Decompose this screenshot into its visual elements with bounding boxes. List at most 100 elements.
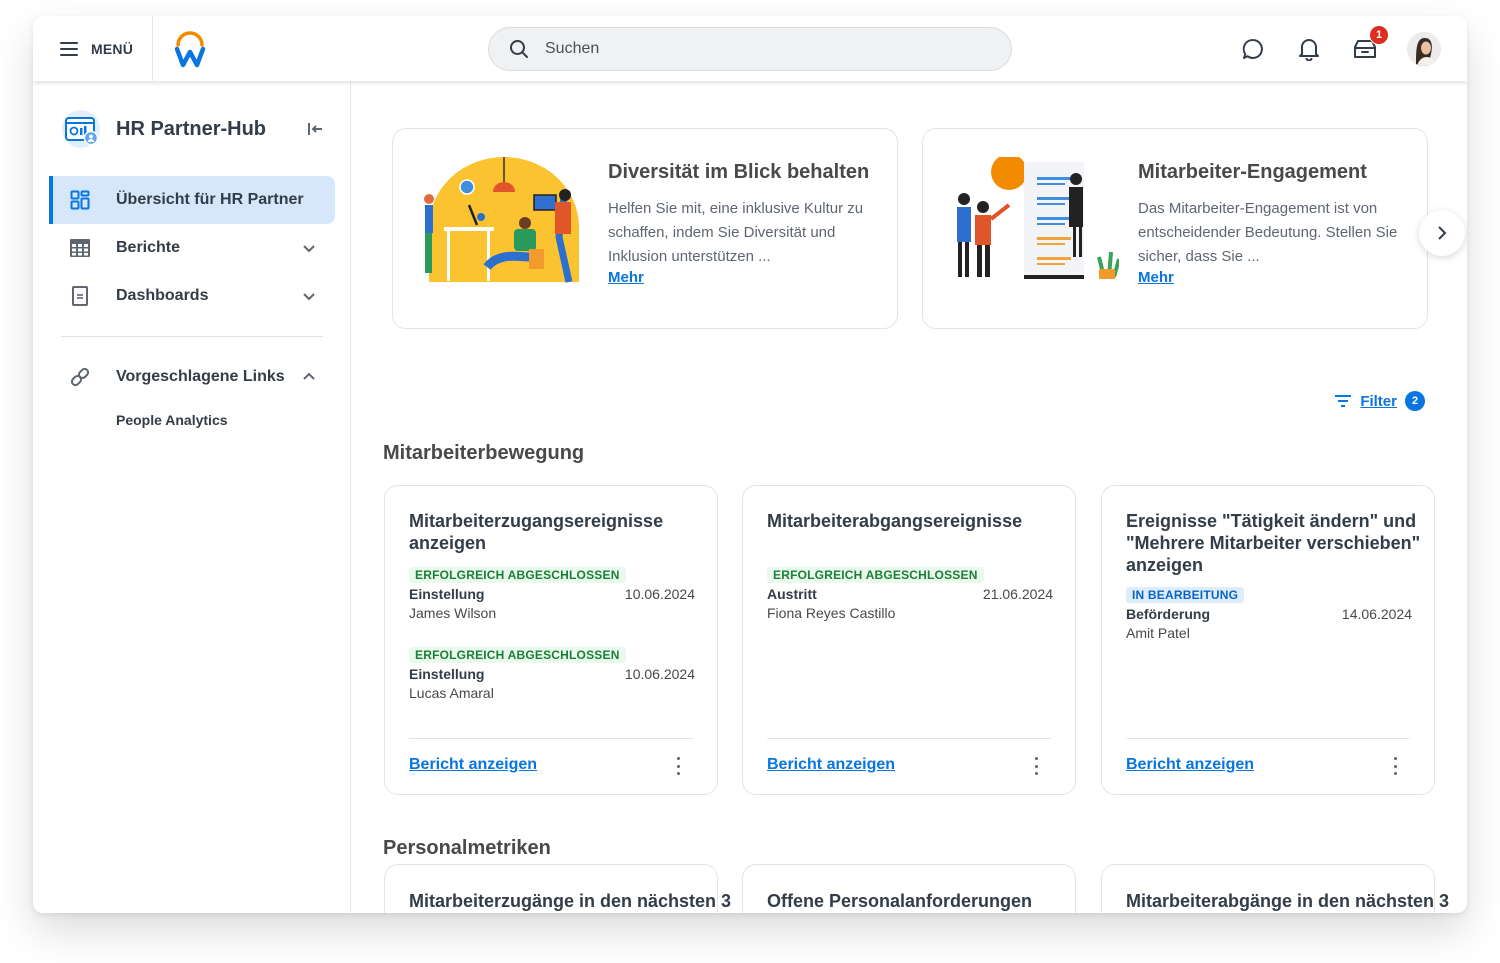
sidebar-item-label: Berichte xyxy=(116,239,181,256)
event-person: Fiona Reyes Castillo xyxy=(767,605,896,621)
event-item[interactable]: ERFOLGREICH ABGESCHLOSSEN Einstellung 10… xyxy=(409,566,695,621)
diversity-illustration xyxy=(424,157,579,283)
event-person: James Wilson xyxy=(409,605,497,621)
hero-title: Diversität im Blick behalten xyxy=(608,161,870,183)
search-bar[interactable] xyxy=(488,27,1012,71)
chevron-up-icon[interactable] xyxy=(301,369,317,385)
event-type: Beförderung xyxy=(1126,606,1210,622)
table-icon xyxy=(69,237,91,259)
hero-title: Mitarbeiter-Engagement xyxy=(1138,161,1367,183)
main-content: Diversität im Blick behalten Helfen Sie … xyxy=(351,81,1467,913)
metric-card[interactable]: Mitarbeiterzugänge in den nächsten 3 xyxy=(384,864,731,913)
status-badge: ERFOLGREICH ABGESCHLOSSEN xyxy=(409,647,626,663)
event-type: Einstellung xyxy=(409,666,485,682)
suggested-link-people-analytics[interactable]: People Analytics xyxy=(49,401,335,439)
more-options-icon[interactable] xyxy=(675,757,681,775)
card-title: Ereignisse "Tätigkeit ändern" und "Mehre… xyxy=(1126,511,1421,575)
more-options-icon[interactable] xyxy=(1392,757,1398,775)
event-item[interactable]: IN BEARBEITUNG Beförderung 14.06.2024 Am… xyxy=(1126,586,1412,641)
chevron-right-icon xyxy=(1438,226,1447,240)
inbox-button[interactable]: 1 xyxy=(1353,24,1389,61)
event-type: Einstellung xyxy=(409,586,485,602)
hero-description: Helfen Sie mit, eine inklusive Kultur zu… xyxy=(608,200,864,265)
chat-button[interactable] xyxy=(1241,37,1265,61)
filter-count-badge: 2 xyxy=(1405,391,1425,411)
sidebar-divider xyxy=(61,336,323,337)
more-options-icon[interactable] xyxy=(1033,757,1039,775)
section-title-movement: Mitarbeiterbewegung xyxy=(383,442,585,464)
event-person: Lucas Amaral xyxy=(409,685,494,701)
filter-button[interactable]: Filter 2 xyxy=(1334,391,1425,411)
top-bar: MENÜ Suchen 1 xyxy=(33,16,1467,81)
hub-title: HR Partner-Hub xyxy=(116,117,267,140)
menu-label: MENÜ xyxy=(91,40,134,57)
chevron-down-icon[interactable] xyxy=(301,288,317,304)
search-icon xyxy=(510,40,528,58)
hero-description: Das Mitarbeiter-Engagement ist von entsc… xyxy=(1138,200,1398,265)
filter-icon xyxy=(1335,395,1352,407)
top-actions: 1 xyxy=(1241,16,1441,81)
app-window: MENÜ Suchen 1 HR Partner-Hub Übersicht f… xyxy=(33,16,1467,913)
status-badge: ERFOLGREICH ABGESCHLOSSEN xyxy=(767,567,984,583)
movement-card-job-changes: Ereignisse "Tätigkeit ändern" und "Mehre… xyxy=(1101,485,1435,795)
movement-card-hires: Mitarbeiterzugangsereignisse anzeigen ER… xyxy=(384,485,718,795)
hero-card-diversity[interactable]: Diversität im Blick behalten Helfen Sie … xyxy=(392,128,898,329)
hero-card-engagement[interactable]: Mitarbeiter-Engagement Das Mitarbeiter-E… xyxy=(922,128,1428,329)
metric-card[interactable]: Mitarbeiterabgänge in den nächsten 3 xyxy=(1101,864,1449,913)
sidebar-item-dashboards[interactable]: Dashboards xyxy=(49,272,335,320)
sidebar-item-label: Vorgeschlagene Links xyxy=(116,368,285,385)
event-date: 10.06.2024 xyxy=(624,586,695,602)
view-report-link[interactable]: Bericht anzeigen xyxy=(767,756,895,774)
event-person: Amit Patel xyxy=(1126,625,1190,641)
view-report-link[interactable]: Bericht anzeigen xyxy=(1126,756,1254,774)
status-badge: IN BEARBEITUNG xyxy=(1126,587,1245,603)
workday-logo[interactable] xyxy=(173,30,207,68)
event-item[interactable]: ERFOLGREICH ABGESCHLOSSEN Austritt 21.06… xyxy=(767,566,1053,621)
card-title: Mitarbeiterzugangsereignisse anzeigen xyxy=(409,511,664,553)
metric-card-title: Offene Personalanforderungen xyxy=(767,891,1033,911)
menu-button[interactable]: MENÜ xyxy=(33,16,153,81)
sidebar-item-overview[interactable]: Übersicht für HR Partner xyxy=(49,176,335,224)
event-date: 21.06.2024 xyxy=(982,586,1053,602)
engagement-illustration xyxy=(957,157,1119,279)
collapse-sidebar-icon[interactable] xyxy=(305,119,325,139)
sidebar-nav: Übersicht für HR Partner Berichte Dashbo… xyxy=(49,176,335,439)
carousel-next-button[interactable] xyxy=(1419,210,1465,256)
search-input[interactable] xyxy=(545,40,945,58)
avatar-photo xyxy=(1407,31,1441,66)
chat-icon xyxy=(1242,38,1263,59)
sidebar: HR Partner-Hub Übersicht für HR Partner xyxy=(33,81,351,913)
sidebar-item-suggested-links[interactable]: Vorgeschlagene Links xyxy=(49,353,335,401)
link-icon xyxy=(69,366,91,388)
metric-card[interactable]: Offene Personalanforderungen xyxy=(742,864,1076,913)
sidebar-item-reports[interactable]: Berichte xyxy=(49,224,335,272)
metric-card-title: Mitarbeiterabgänge in den nächsten 3 xyxy=(1126,891,1450,911)
card-divider xyxy=(1126,738,1410,739)
filter-label: Filter xyxy=(1360,392,1397,410)
inbox-badge: 1 xyxy=(1369,24,1389,45)
user-avatar[interactable] xyxy=(1407,31,1441,66)
event-date: 14.06.2024 xyxy=(1341,606,1412,622)
notifications-button[interactable] xyxy=(1297,37,1321,61)
hero-more-link[interactable]: Mehr xyxy=(608,269,644,286)
card-divider xyxy=(409,738,693,739)
bell-icon xyxy=(1299,38,1319,61)
grid-icon xyxy=(69,189,91,211)
event-type: Austritt xyxy=(767,586,817,602)
document-icon xyxy=(69,285,91,307)
view-report-link[interactable]: Bericht anzeigen xyxy=(409,756,537,774)
section-title-metrics: Personalmetriken xyxy=(383,837,551,859)
sidebar-item-label: Übersicht für HR Partner xyxy=(116,191,304,208)
card-title: Mitarbeiterabgangsereignisse xyxy=(767,511,1023,531)
status-badge: ERFOLGREICH ABGESCHLOSSEN xyxy=(409,567,626,583)
hub-header: HR Partner-Hub xyxy=(61,109,325,149)
hamburger-icon xyxy=(60,41,78,56)
chevron-down-icon[interactable] xyxy=(301,240,317,256)
hub-icon xyxy=(62,110,100,148)
hero-more-link[interactable]: Mehr xyxy=(1138,269,1174,286)
card-divider xyxy=(767,738,1051,739)
event-item[interactable]: ERFOLGREICH ABGESCHLOSSEN Einstellung 10… xyxy=(409,646,695,701)
event-date: 10.06.2024 xyxy=(624,666,695,682)
metric-card-title: Mitarbeiterzugänge in den nächsten 3 xyxy=(409,891,732,911)
sidebar-item-label: Dashboards xyxy=(116,287,209,304)
